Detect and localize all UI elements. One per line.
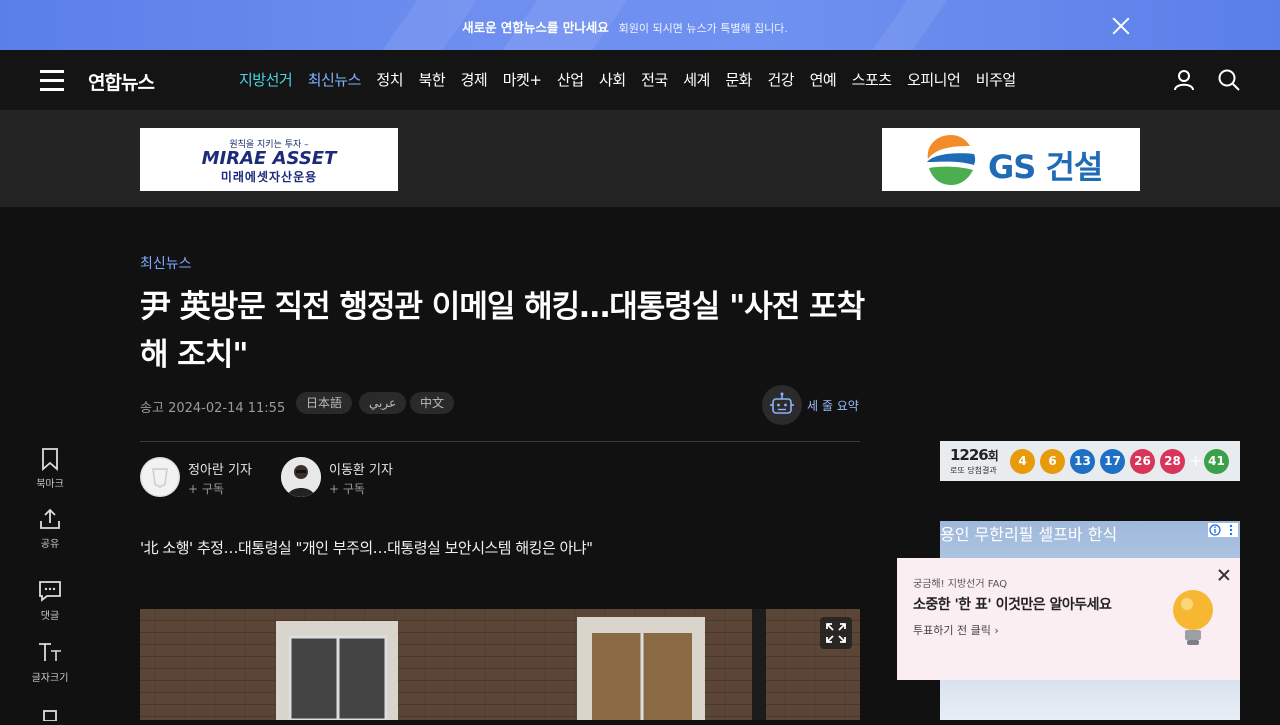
reporter-name: 이동환 기자 — [329, 463, 393, 478]
ad-mirae-brand: MIRAE ASSET — [201, 148, 337, 169]
user-icon[interactable] — [1172, 68, 1196, 92]
adchoices-icon[interactable] — [1208, 523, 1238, 537]
banner-title: 새로운 연합뉴스를 만나세요 — [462, 20, 609, 35]
faq-popup[interactable]: 궁금해! 지방선거 FAQ 소중한 '한 표' 이것만은 알아두세요 투표하기 … — [897, 558, 1240, 680]
font-size-icon — [39, 643, 61, 661]
nav-item-local-election[interactable]: 지방선거 — [239, 69, 293, 90]
ad-right-caption[interactable]: 용인 무한리필 셀프바 한식 — [940, 521, 1117, 545]
article-lede: '北 소행' 추정…대통령실 "개인 부주의…대통령실 보안시스템 해킹은 아냐… — [140, 539, 593, 557]
close-icon[interactable] — [1217, 568, 1231, 582]
menu-icon[interactable] — [40, 70, 64, 91]
article-photo[interactable] — [140, 609, 860, 720]
lotto-ball: 26 — [1130, 449, 1155, 474]
summary-label: 세 줄 요약 — [807, 399, 859, 413]
article-category[interactable]: 최신뉴스 — [140, 253, 192, 273]
site-logo[interactable]: 연합뉴스 — [88, 68, 155, 95]
nav-item-entertainment[interactable]: 연예 — [810, 69, 837, 90]
lang-chinese[interactable]: 中文 — [410, 392, 455, 414]
nav-item-culture[interactable]: 문화 — [725, 69, 752, 90]
nav-item-visual[interactable]: 비주얼 — [976, 69, 1016, 90]
lightbulb-icon — [1173, 590, 1213, 645]
comment-icon — [39, 581, 61, 602]
nav-item-market[interactable]: 마켓+ — [503, 69, 542, 90]
print-button[interactable] — [30, 709, 70, 725]
comment-label: 댓글 — [40, 611, 60, 622]
ad-gs-construction[interactable]: GS 건설 — [882, 128, 1140, 191]
faq-kicker: 궁금해! 지방선거 FAQ — [913, 579, 1008, 590]
comment-button[interactable]: 댓글 — [30, 579, 70, 622]
search-icon[interactable] — [1217, 68, 1241, 92]
nav-item-regional[interactable]: 전국 — [641, 69, 668, 90]
lotto-ball: 6 — [1040, 449, 1065, 474]
font-size-label: 글자크기 — [31, 673, 69, 684]
nav-item-society[interactable]: 사회 — [599, 69, 626, 90]
ad-row: 원칙을 지키는 투자 – MIRAE ASSET 미래에셋자산운용 GS 건설 — [0, 111, 1280, 207]
bookmark-button[interactable]: 북마크 — [30, 447, 70, 490]
faq-link[interactable]: 투표하기 전 클릭 › — [913, 622, 999, 638]
share-icon — [40, 508, 60, 529]
nav-item-health[interactable]: 건강 — [767, 69, 794, 90]
nav-item-industry[interactable]: 산업 — [557, 69, 584, 90]
expand-icon[interactable] — [820, 617, 852, 649]
banner-subtitle: 회원이 되시면 뉴스가 특별해 집니다. — [618, 22, 788, 35]
lotto-ball: 17 — [1100, 449, 1125, 474]
ad-mirae-asset[interactable]: 원칙을 지키는 투자 – MIRAE ASSET 미래에셋자산운용 — [140, 128, 398, 191]
ad-gs-text: GS 건설 — [988, 148, 1103, 186]
subscribe-link[interactable]: + 구독 — [188, 480, 224, 497]
nav-item-north-korea[interactable]: 북한 — [419, 69, 446, 90]
lotto-plus: + — [1189, 451, 1203, 470]
nav-menu: 지방선거 최신뉴스 정치 북한 경제 마켓+ 산업 사회 전국 세계 문화 건강… — [239, 69, 1031, 90]
lang-arabic[interactable]: عربي — [359, 392, 407, 414]
nav-item-opinion[interactable]: 오피니언 — [907, 69, 961, 90]
lang-japanese[interactable]: 日本語 — [296, 392, 353, 414]
nav-item-economy[interactable]: 경제 — [461, 69, 488, 90]
font-size-button[interactable]: 글자크기 — [30, 641, 70, 684]
lotto-round-unit: 회 — [987, 449, 999, 463]
gs-logo-icon — [927, 135, 976, 185]
nav-item-latest[interactable]: 최신뉴스 — [308, 69, 362, 90]
nav-item-world[interactable]: 세계 — [683, 69, 710, 90]
chevron-right-icon: › — [994, 624, 999, 637]
bookmark-label: 북마크 — [36, 479, 64, 490]
article-meta: 송고 2024-02-14 11:55 — [140, 397, 285, 416]
main-nav: 연합뉴스 지방선거 최신뉴스 정치 북한 경제 마켓+ 산업 사회 전국 세계 … — [0, 50, 1280, 111]
ad-mirae-kr: 미래에셋자산운용 — [220, 170, 318, 184]
sent-time: 2024-02-14 11:55 — [168, 401, 286, 416]
reporter-name: 정아란 기자 — [188, 463, 252, 478]
top-banner[interactable]: 새로운 연합뉴스를 만나세요 회원이 되시면 뉴스가 특별해 집니다. — [0, 0, 1280, 50]
sent-label: 송고 — [140, 401, 164, 416]
lotto-bonus-ball: 41 — [1204, 449, 1229, 474]
close-icon[interactable] — [1110, 15, 1132, 37]
share-label: 공유 — [40, 539, 60, 550]
avatar — [281, 457, 321, 497]
avatar — [140, 457, 180, 497]
lotto-round: 1226회 — [950, 446, 999, 464]
article-area: 최신뉴스 尹 英방문 직전 행정관 이메일 해킹…대통령실 "사전 포착해 조치… — [0, 207, 1280, 721]
print-icon — [43, 710, 57, 721]
subscribe-link[interactable]: + 구독 — [329, 480, 365, 497]
lotto-round-number: 1226 — [950, 446, 989, 464]
share-button[interactable]: 공유 — [30, 507, 70, 550]
bookmark-icon — [42, 448, 58, 471]
banner-text[interactable]: 새로운 연합뉴스를 만나세요 회원이 되시면 뉴스가 특별해 집니다. — [0, 17, 1250, 36]
nav-item-sports[interactable]: 스포츠 — [852, 69, 892, 90]
article-title: 尹 英방문 직전 행정관 이메일 해킹…대통령실 "사전 포착해 조치" — [140, 289, 865, 373]
faq-link-text: 투표하기 전 클릭 — [913, 624, 991, 637]
lotto-ball: 28 — [1160, 449, 1185, 474]
lotto-ball: 4 — [1010, 449, 1035, 474]
faq-title: 소중한 '한 표' 이것만은 알아두세요 — [913, 597, 1112, 613]
divider — [140, 441, 860, 442]
lotto-result-label: 로또 당첨결과 — [950, 466, 997, 475]
robot-icon — [762, 385, 802, 425]
lotto-ball: 13 — [1070, 449, 1095, 474]
nav-item-politics[interactable]: 정치 — [376, 69, 403, 90]
